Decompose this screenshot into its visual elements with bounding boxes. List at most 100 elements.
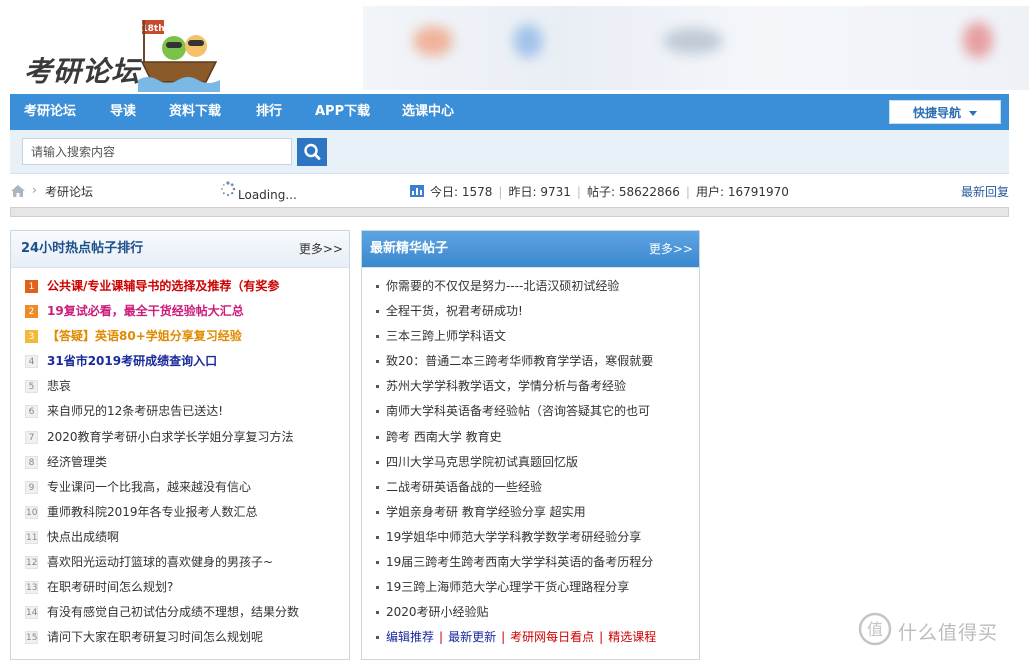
list-item[interactable]: 1 公共课/专业课辅导书的选择及推荐（有奖参 (11, 274, 349, 299)
rank-title-link[interactable]: 有没有感觉自己初试估分成绩不理想，结果分数 (47, 600, 299, 625)
featured-footer-links: 编辑推荐 | 最新更新 | 考研网每日看点 | 精选课程 (362, 625, 699, 650)
latest-reply-link[interactable]: 最新回复 (961, 183, 1009, 200)
list-item[interactable]: 14 有没有感觉自己初试估分成绩不理想，结果分数 (11, 600, 349, 625)
list-item[interactable]: 11 快点出成绩啊 (11, 525, 349, 550)
list-item[interactable]: 致20：普通二本三跨考华师教育学学语，寒假就要 (362, 349, 699, 374)
main-nav: 考研论坛 导读 资料下载 排行 APP下载 选课中心 快捷导航 (10, 94, 1009, 130)
nav-item-forum[interactable]: 考研论坛 (24, 94, 76, 130)
rank-title-link[interactable]: 专业课问一个比我高，越来越没有信心 (47, 475, 251, 500)
posts-count: 58622866 (618, 185, 680, 199)
featured-title-link[interactable]: 你需要的不仅仅是努力----北语汉硕初试经验 (386, 274, 619, 299)
list-item[interactable]: 你需要的不仅仅是努力----北语汉硕初试经验 (362, 274, 699, 299)
featured-title-link[interactable]: 2020考研小经验贴 (386, 600, 489, 625)
list-item[interactable]: 二战考研英语备战的一些经验 (362, 475, 699, 500)
breadcrumb-current[interactable]: 考研论坛 (45, 183, 93, 200)
footer-link[interactable]: 考研网每日看点 (510, 630, 594, 644)
featured-title-link[interactable]: 19三跨上海师范大学心理学干货心理路程分享 (386, 575, 629, 600)
featured-title-link[interactable]: 三本三跨上师学科语文 (386, 324, 506, 349)
featured-title-link[interactable]: 19学姐华中师范大学学科教学数学考研经验分享 (386, 525, 641, 550)
featured-title-link[interactable]: 南师大学科英语备考经验帖（咨询答疑其它的也可 (386, 399, 650, 424)
list-item[interactable]: 15 请问下大家在职考研复习时间怎么规划呢 (11, 625, 349, 650)
hot-ranking-panel: 24小时热点帖子排行 更多>> 1 公共课/专业课辅导书的选择及推荐（有奖参 2 19… (10, 230, 350, 660)
today-count: 1578 (461, 185, 493, 199)
list-item[interactable]: 9 专业课问一个比我高，越来越没有信心 (11, 475, 349, 500)
list-item[interactable]: 4 31省市2019考研成绩查询入口 (11, 349, 349, 374)
bullet-icon (376, 335, 379, 339)
list-item[interactable]: 10 重师教科院2019年各专业报考人数汇总 (11, 500, 349, 525)
list-item[interactable]: 全程干货，祝君考研成功! (362, 299, 699, 324)
nav-item-ranking[interactable]: 排行 (256, 94, 282, 130)
featured-panel: 最新精华帖子 更多>> 你需要的不仅仅是努力----北语汉硕初试经验 全程干货，祝… (361, 230, 700, 660)
rank-badge: 12 (25, 556, 38, 570)
bullet-icon (376, 410, 379, 414)
list-item[interactable]: 19三跨上海师范大学心理学干货心理路程分享 (362, 575, 699, 600)
featured-more-link[interactable]: 更多>> (649, 231, 693, 267)
list-item[interactable]: 三本三跨上师学科语文 (362, 324, 699, 349)
rank-title-link[interactable]: 来自师兄的12条考研忠告已送达! (47, 399, 223, 424)
featured-title-link[interactable]: 致20：普通二本三跨考华师教育学学语，寒假就要 (386, 349, 653, 374)
rank-title-link[interactable]: 31省市2019考研成绩查询入口 (47, 349, 217, 374)
nav-item-app-download[interactable]: APP下载 (315, 94, 370, 130)
list-item[interactable]: 19届三跨考生跨考西南大学学科英语的备考历程分 (362, 550, 699, 575)
search-button[interactable] (297, 138, 327, 166)
rank-title-link[interactable]: 19复试必看，最全干货经验帖大汇总 (47, 299, 244, 324)
search-input[interactable] (22, 138, 292, 165)
list-item[interactable]: 19学姐华中师范大学学科教学数学考研经验分享 (362, 525, 699, 550)
rank-title-link[interactable]: 经济管理类 (47, 450, 107, 475)
footer-link[interactable]: 精选课程 (608, 630, 656, 644)
bullet-icon (376, 360, 379, 364)
rank-title-link[interactable]: 【答疑】英语80+学姐分享复习经验 (47, 324, 242, 349)
posts-label: 帖子: (586, 185, 615, 199)
nav-item-guide[interactable]: 导读 (110, 94, 136, 130)
featured-title-link[interactable]: 四川大学马克思学院初试真题回忆版 (386, 450, 578, 475)
footer-link[interactable]: 最新更新 (448, 630, 496, 644)
quick-nav-button[interactable]: 快捷导航 (889, 100, 1001, 124)
list-item[interactable]: 5 悲哀 (11, 374, 349, 399)
nav-item-downloads[interactable]: 资料下载 (169, 94, 221, 130)
featured-title-link[interactable]: 学姐亲身考研 教育学经验分享 超实用 (386, 500, 586, 525)
featured-title-link[interactable]: 19届三跨考生跨考西南大学学科英语的备考历程分 (386, 550, 653, 575)
rank-title-link[interactable]: 2020教育学考研小白求学长学姐分享复习方法 (47, 425, 294, 450)
rank-badge: 2 (25, 305, 38, 319)
bullet-icon (376, 460, 379, 464)
list-item[interactable]: 12 喜欢阳光运动打篮球的喜欢健身的男孩子~ (11, 550, 349, 575)
breadcrumb: › 考研论坛 Loading... 今日: 1578 | 昨日: 9731 | 帖子: … (10, 178, 1010, 204)
search-icon (304, 143, 321, 160)
rank-title-link[interactable]: 在职考研时间怎么规划? (47, 575, 173, 600)
list-item[interactable]: 2020考研小经验贴 (362, 600, 699, 625)
list-item[interactable]: 6 来自师兄的12条考研忠告已送达! (11, 399, 349, 424)
list-item[interactable]: 南师大学科英语备考经验帖（咨询答疑其它的也可 (362, 399, 699, 424)
list-item[interactable]: 8 经济管理类 (11, 450, 349, 475)
nav-item-course-center[interactable]: 选课中心 (402, 94, 454, 130)
list-item[interactable]: 3 【答疑】英语80+学姐分享复习经验 (11, 324, 349, 349)
rank-title-link[interactable]: 重师教科院2019年各专业报考人数汇总 (47, 500, 258, 525)
banner-ad[interactable] (363, 6, 1029, 90)
list-item[interactable]: 四川大学马克思学院初试真题回忆版 (362, 450, 699, 475)
featured-title-link[interactable]: 苏州大学学科教学语文，学情分析与备考经验 (386, 374, 626, 399)
rank-title-link[interactable]: 公共课/专业课辅导书的选择及推荐（有奖参 (47, 274, 279, 299)
bullet-icon (376, 385, 379, 389)
bar-chart-icon (410, 185, 424, 197)
featured-header: 最新精华帖子 更多>> (362, 231, 699, 268)
rank-title-link[interactable]: 快点出成绩啊 (47, 525, 119, 550)
list-item[interactable]: 13 在职考研时间怎么规划? (11, 575, 349, 600)
featured-title: 最新精华帖子 (370, 241, 449, 256)
bullet-icon (376, 636, 379, 640)
site-logo[interactable]: 考研论坛 18th (22, 18, 222, 92)
list-item[interactable]: 学姐亲身考研 教育学经验分享 超实用 (362, 500, 699, 525)
featured-title-link[interactable]: 全程干货，祝君考研成功! (386, 299, 523, 324)
list-item[interactable]: 苏州大学学科教学语文，学情分析与备考经验 (362, 374, 699, 399)
featured-title-link[interactable]: 二战考研英语备战的一些经验 (386, 475, 542, 500)
footer-link[interactable]: 编辑推荐 (386, 630, 434, 644)
list-item[interactable]: 跨考 西南大学 教育史 (362, 425, 699, 450)
rank-badge: 8 (25, 455, 38, 469)
rank-title-link[interactable]: 喜欢阳光运动打篮球的喜欢健身的男孩子~ (47, 550, 273, 575)
list-item[interactable]: 2 19复试必看，最全干货经验帖大汇总 (11, 299, 349, 324)
hot-ranking-more-link[interactable]: 更多>> (299, 231, 343, 267)
list-item[interactable]: 7 2020教育学考研小白求学长学姐分享复习方法 (11, 425, 349, 450)
rank-title-link[interactable]: 请问下大家在职考研复习时间怎么规划呢 (47, 625, 263, 650)
home-icon[interactable] (10, 184, 26, 198)
featured-title-link[interactable]: 跨考 西南大学 教育史 (386, 425, 502, 450)
bullet-icon (376, 586, 379, 590)
rank-title-link[interactable]: 悲哀 (47, 374, 71, 399)
